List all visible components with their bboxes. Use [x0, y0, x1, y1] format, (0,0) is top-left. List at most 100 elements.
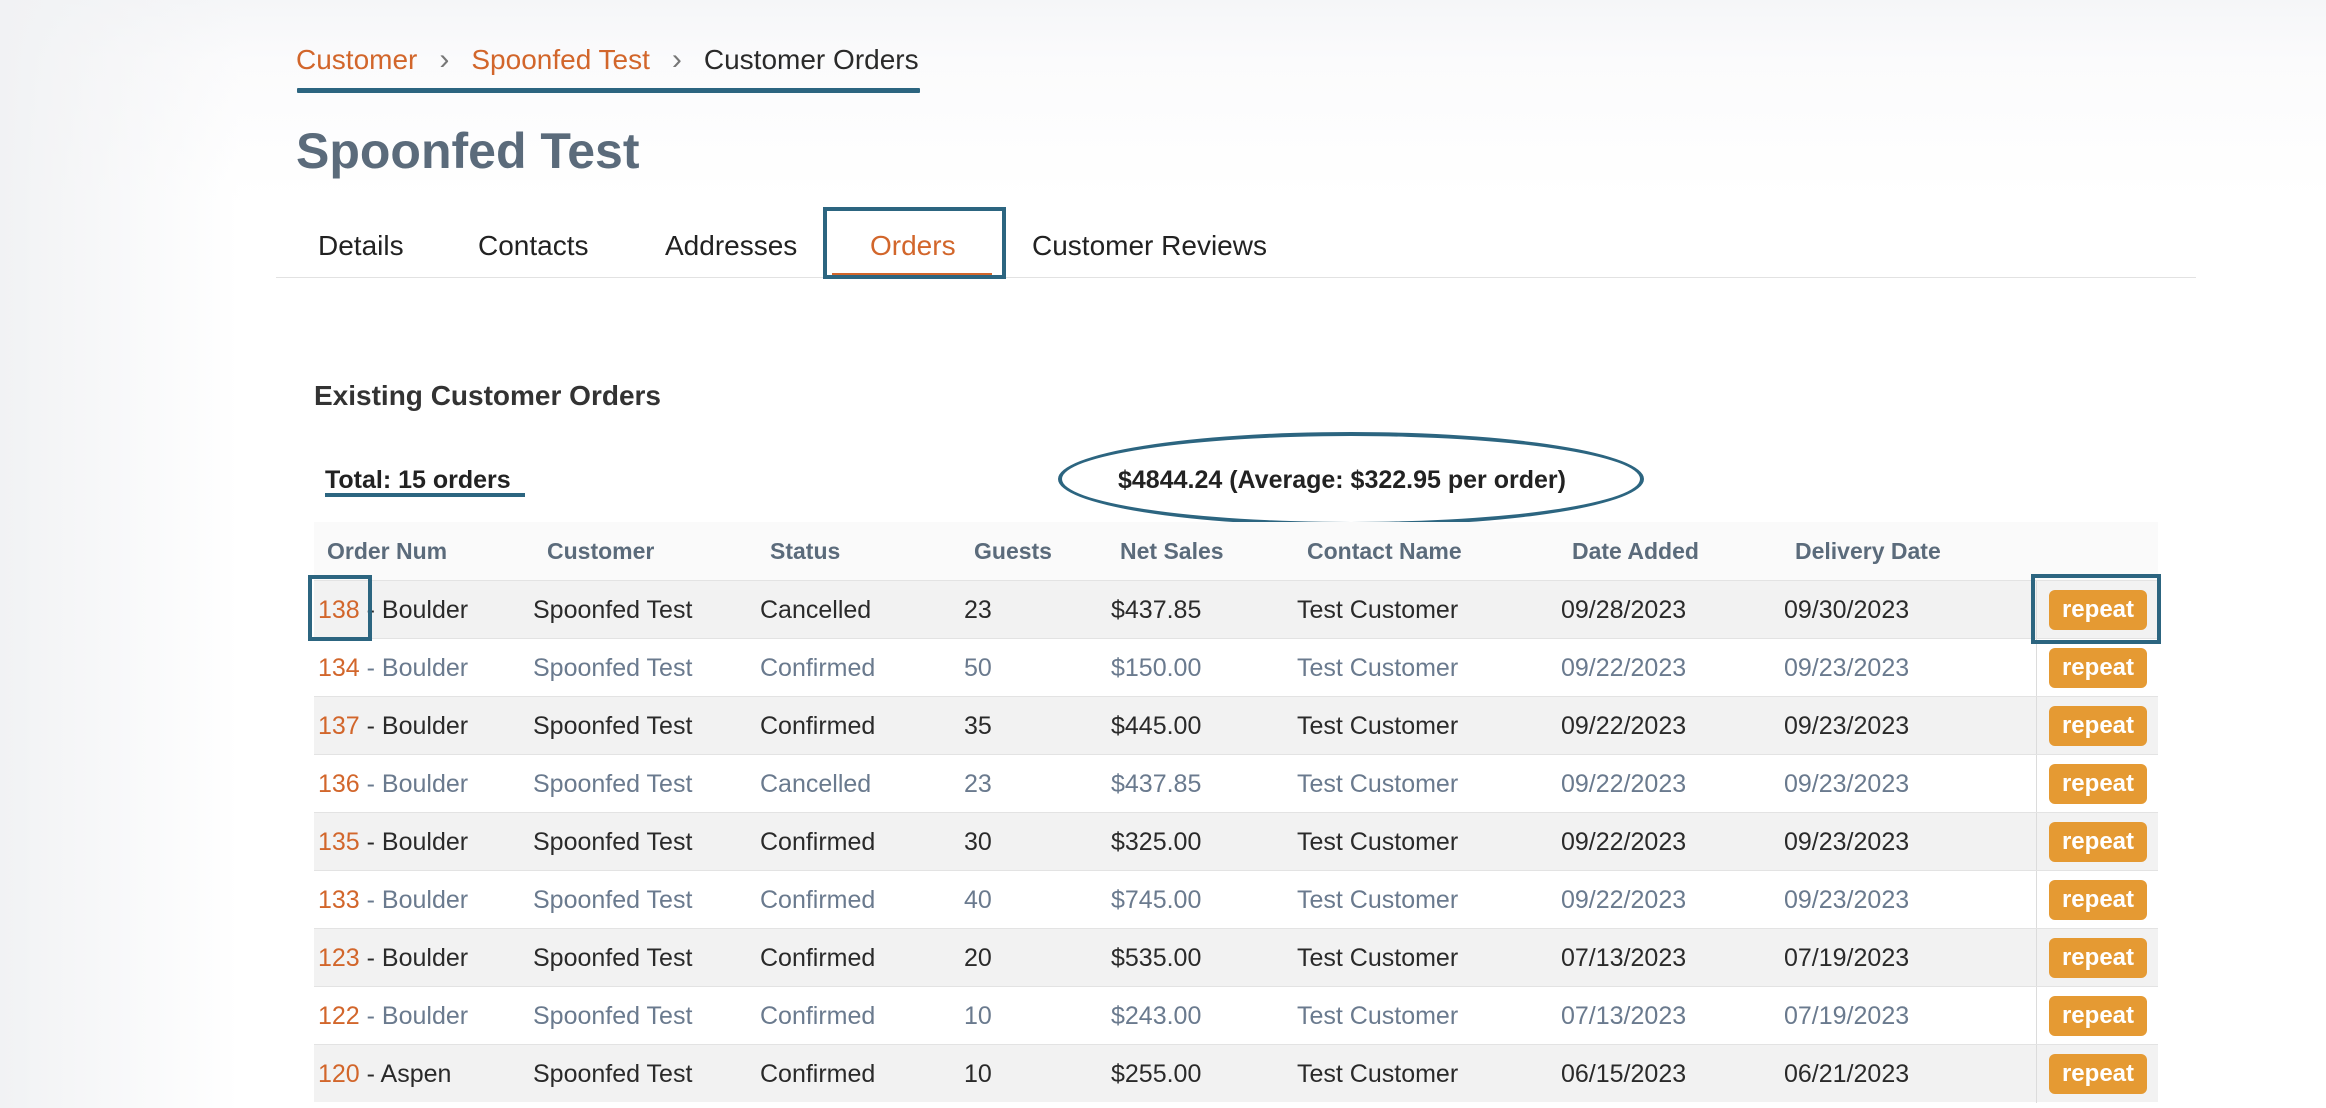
- order-number-link[interactable]: 123: [318, 944, 360, 972]
- cell-guests: 10: [964, 1060, 992, 1088]
- cell-guests: 23: [964, 770, 992, 798]
- cell-net-sales: $437.85: [1111, 770, 1202, 798]
- column-header-customer[interactable]: Customer: [547, 538, 654, 565]
- column-header-status[interactable]: Status: [770, 538, 840, 565]
- cell-date-added: 06/15/2023: [1561, 1060, 1687, 1088]
- order-number-link[interactable]: 122: [318, 1002, 360, 1030]
- order-number-link[interactable]: 134: [318, 654, 360, 682]
- cell-net-sales: $745.00: [1111, 886, 1202, 914]
- cell-contact-name: Test Customer: [1297, 654, 1459, 682]
- chevron-right-icon: ›: [671, 43, 682, 76]
- column-header-net-sales[interactable]: Net Sales: [1120, 538, 1224, 565]
- repeat-button[interactable]: repeat: [2049, 938, 2147, 978]
- cell-action: repeat: [2036, 639, 2158, 697]
- order-number-link[interactable]: 136: [318, 770, 360, 798]
- column-header-contact-name[interactable]: Contact Name: [1307, 538, 1462, 565]
- repeat-button[interactable]: repeat: [2049, 1054, 2147, 1094]
- cell-date-added: 07/13/2023: [1561, 1002, 1687, 1030]
- cell-date-added: 09/22/2023: [1561, 828, 1687, 856]
- cell-delivery-date: 09/23/2023: [1784, 712, 1910, 740]
- table-row: 135 - Boulder Spoonfed Test Confirmed 30 $32…: [314, 812, 2158, 871]
- tab-customer-reviews[interactable]: Customer Reviews: [1032, 204, 1267, 278]
- section-title: Existing Customer Orders: [314, 380, 661, 411]
- cell-order-num: 120 - Aspen: [318, 1060, 451, 1089]
- cell-order-num: 136 - Boulder: [318, 770, 468, 799]
- cell-customer: Spoonfed Test: [533, 1002, 693, 1030]
- page-shade: [0, 0, 240, 1108]
- order-location: - Boulder: [359, 712, 469, 740]
- column-header-guests[interactable]: Guests: [974, 538, 1052, 565]
- table-row: 123 - Boulder Spoonfed Test Confirmed 20 $53…: [314, 928, 2158, 987]
- repeat-button[interactable]: repeat: [2049, 996, 2147, 1036]
- order-location: - Aspen: [359, 1060, 452, 1088]
- column-header-delivery-date[interactable]: Delivery Date: [1795, 538, 1941, 565]
- table-body: 138 - Boulder Spoonfed Test Cancelled 23 $43…: [314, 580, 2158, 1103]
- tab-addresses[interactable]: Addresses: [665, 204, 797, 278]
- column-header-date-added[interactable]: Date Added: [1572, 538, 1699, 565]
- cell-delivery-date: 07/19/2023: [1784, 944, 1910, 972]
- repeat-button[interactable]: repeat: [2049, 764, 2147, 804]
- breadcrumb-link-spoonfed-test[interactable]: Spoonfed Test: [471, 44, 650, 76]
- cell-order-num: 135 - Boulder: [318, 828, 468, 857]
- cell-action: repeat: [2036, 871, 2158, 929]
- table-row: 133 - Boulder Spoonfed Test Confirmed 40 $74…: [314, 870, 2158, 929]
- cell-net-sales: $255.00: [1111, 1060, 1202, 1088]
- cell-customer: Spoonfed Test: [533, 944, 693, 972]
- cell-delivery-date: 09/23/2023: [1784, 828, 1910, 856]
- page-title: Spoonfed Test: [296, 123, 640, 179]
- cell-contact-name: Test Customer: [1297, 886, 1459, 914]
- repeat-button[interactable]: repeat: [2049, 648, 2147, 688]
- breadcrumb: Customer › Spoonfed Test › Customer Orde…: [296, 38, 919, 82]
- cell-delivery-date: 09/30/2023: [1784, 596, 1910, 624]
- breadcrumb-highlight: [297, 88, 920, 93]
- table-row: 137 - Boulder Spoonfed Test Confirmed 35 $44…: [314, 696, 2158, 755]
- cell-date-added: 09/22/2023: [1561, 654, 1687, 682]
- cell-action: repeat: [2036, 1045, 2158, 1103]
- table-row: 122 - Boulder Spoonfed Test Confirmed 10 $24…: [314, 986, 2158, 1045]
- cell-status: Confirmed: [760, 944, 876, 972]
- cell-delivery-date: 06/21/2023: [1784, 1060, 1910, 1088]
- order-location: - Boulder: [359, 1002, 469, 1030]
- tab-orders-highlight: [823, 207, 1006, 279]
- repeat-button[interactable]: repeat: [2049, 880, 2147, 920]
- order-number-link[interactable]: 133: [318, 886, 360, 914]
- cell-customer: Spoonfed Test: [533, 828, 693, 856]
- repeat-button[interactable]: repeat: [2049, 822, 2147, 862]
- order-location: - Boulder: [359, 770, 469, 798]
- cell-contact-name: Test Customer: [1297, 944, 1459, 972]
- cell-date-added: 09/22/2023: [1561, 712, 1687, 740]
- cell-status: Confirmed: [760, 828, 876, 856]
- cell-customer: Spoonfed Test: [533, 886, 693, 914]
- cell-net-sales: $243.00: [1111, 1002, 1202, 1030]
- cell-contact-name: Test Customer: [1297, 1002, 1459, 1030]
- table-row: 120 - Aspen Spoonfed Test Confirmed 10 $255.…: [314, 1044, 2158, 1103]
- order-location: - Boulder: [359, 944, 469, 972]
- cell-status: Cancelled: [760, 770, 872, 798]
- cell-status: Cancelled: [760, 596, 872, 624]
- order-number-link[interactable]: 137: [318, 712, 360, 740]
- breadcrumb-link-customer[interactable]: Customer: [296, 44, 417, 76]
- cell-guests: 30: [964, 828, 992, 856]
- cell-guests: 50: [964, 654, 992, 682]
- cell-action: repeat: [2036, 697, 2158, 755]
- repeat-button[interactable]: repeat: [2049, 706, 2147, 746]
- cell-guests: 20: [964, 944, 992, 972]
- order-number-link[interactable]: 135: [318, 828, 360, 856]
- cell-status: Confirmed: [760, 886, 876, 914]
- order-location: - Boulder: [359, 654, 469, 682]
- column-header-order-num[interactable]: Order Num: [327, 538, 447, 565]
- tab-contacts[interactable]: Contacts: [478, 204, 589, 278]
- cell-guests: 23: [964, 596, 992, 624]
- cell-guests: 40: [964, 886, 992, 914]
- tab-details[interactable]: Details: [318, 204, 404, 278]
- tab-bar: Details Contacts Addresses Orders Custom…: [276, 204, 2196, 278]
- orders-total: Total: 15 orders: [325, 466, 511, 494]
- cell-contact-name: Test Customer: [1297, 828, 1459, 856]
- cell-status: Confirmed: [760, 1002, 876, 1030]
- cell-action: repeat: [2036, 755, 2158, 813]
- cell-order-num: 134 - Boulder: [318, 654, 468, 683]
- cell-delivery-date: 07/19/2023: [1784, 1002, 1910, 1030]
- cell-order-num: 137 - Boulder: [318, 712, 468, 741]
- cell-customer: Spoonfed Test: [533, 770, 693, 798]
- order-number-link[interactable]: 120: [318, 1060, 360, 1088]
